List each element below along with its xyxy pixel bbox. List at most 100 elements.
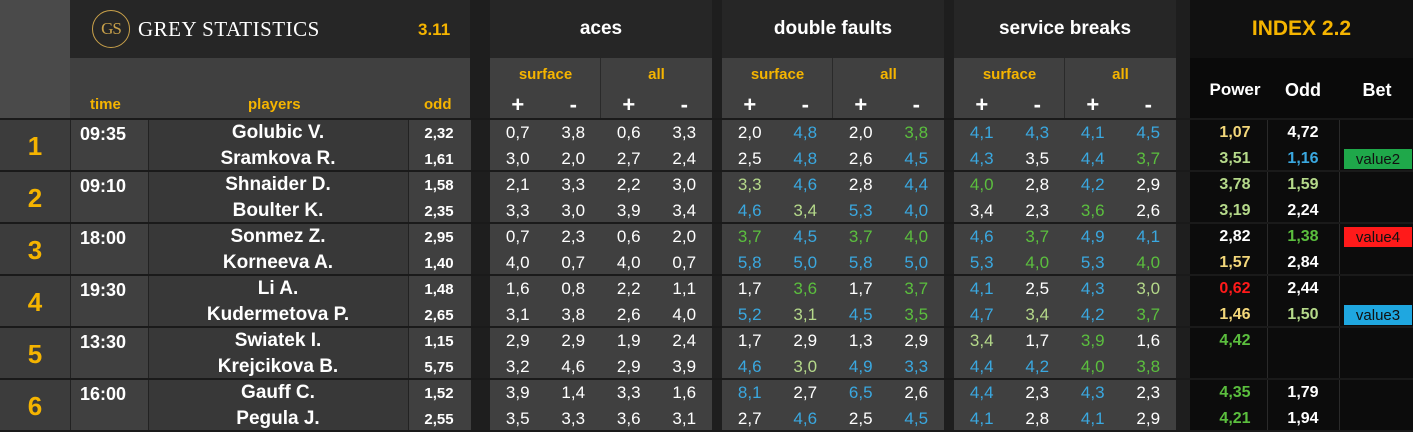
corner-cell	[0, 0, 70, 118]
stat-value: 4,8	[793, 123, 818, 142]
stat-value: 4,6	[561, 357, 586, 376]
stat-value: 5,0	[793, 253, 818, 272]
header-odd: odd	[424, 96, 452, 113]
stat-value: 2,0	[672, 227, 697, 246]
stat-value: 4,3	[1025, 123, 1050, 142]
stat-value: 0,7	[561, 253, 586, 272]
player-odd: 1,61	[424, 150, 454, 168]
subheader-all: all	[1112, 65, 1129, 83]
power-value: 1,07	[1219, 124, 1251, 141]
stat-value: 4,1	[969, 409, 994, 428]
stat-value: 2,0	[848, 123, 873, 142]
stat-value: 4,3	[1080, 383, 1105, 402]
power-value: 3,51	[1219, 150, 1251, 167]
player-name: Swiatek I.	[234, 330, 322, 351]
stat-value: 3,7	[737, 227, 762, 246]
player-odd: 1,48	[424, 280, 454, 298]
stat-value: 4,0	[904, 201, 929, 220]
stat-value: 3,4	[672, 201, 697, 220]
subheader-minus: -	[1144, 92, 1152, 117]
player-odd: 1,40	[424, 254, 454, 272]
stat-value: 4,9	[848, 357, 873, 376]
stat-value: 5,3	[848, 201, 873, 220]
subheader-surface: surface	[982, 65, 1037, 83]
power-value: 0,62	[1219, 280, 1251, 297]
stat-value: 4,2	[1080, 305, 1105, 324]
player-odd: 2,65	[424, 306, 454, 324]
stat-value: 3,8	[561, 305, 586, 324]
index-divider	[1267, 328, 1268, 380]
odd2-value: 2,84	[1287, 254, 1319, 271]
column-gutter	[1176, 0, 1190, 432]
match-time: 16:00	[80, 384, 127, 404]
player-name: Kudermetova P.	[206, 304, 350, 325]
brand-bar: GS GREY STATISTICS 3.11	[70, 0, 470, 58]
power-value: 4,42	[1219, 332, 1251, 349]
stat-value: 3,8	[904, 123, 929, 142]
stat-value: 3,7	[1136, 149, 1161, 168]
stat-value: 4,0	[1080, 357, 1105, 376]
stat-value: 3,5	[904, 305, 929, 324]
stat-value: 2,8	[1025, 175, 1050, 194]
stat-value: 4,0	[1025, 253, 1050, 272]
player-odd: 2,55	[424, 410, 454, 428]
version-label: 3.11	[418, 20, 451, 39]
index-divider	[1267, 172, 1268, 224]
index-divider	[1267, 120, 1268, 172]
index-divider	[1267, 276, 1268, 328]
match-number: 6	[27, 390, 43, 421]
odd2-value: 1,79	[1287, 384, 1319, 401]
stat-value: 1,4	[561, 383, 586, 402]
stat-value: 4,1	[1080, 123, 1105, 142]
stat-value: 3,9	[616, 201, 641, 220]
stat-value: 3,7	[848, 227, 873, 246]
stat-value: 3,5	[1025, 149, 1050, 168]
stat-value: 3,9	[672, 357, 697, 376]
stat-value: 4,1	[969, 123, 994, 142]
stat-value: 4,5	[904, 409, 929, 428]
player-odd: 2,35	[424, 202, 454, 220]
subheader-all: all	[880, 65, 897, 83]
group-header: service breaks	[954, 0, 1176, 58]
header-players: players	[248, 96, 301, 113]
stat-value: 4,3	[1080, 279, 1105, 298]
stat-value: 3,3	[561, 175, 586, 194]
stat-value: 1,3	[848, 331, 873, 350]
header-power: Power	[1209, 80, 1261, 99]
stat-value: 3,9	[505, 383, 530, 402]
stat-value: 3,6	[793, 279, 818, 298]
match-number: 5	[27, 338, 43, 369]
stat-value: 3,6	[1080, 201, 1105, 220]
stat-value: 6,5	[848, 383, 873, 402]
index-divider	[1267, 224, 1268, 276]
match-number: 2	[27, 182, 43, 213]
player-name: Krejcikova B.	[217, 356, 339, 377]
power-value: 4,35	[1219, 384, 1251, 401]
stat-value: 3,0	[561, 201, 586, 220]
stat-value: 3,3	[672, 123, 697, 142]
brand-name: GREY STATISTICS	[138, 16, 320, 41]
stat-value: 4,9	[1080, 227, 1105, 246]
player-odd: 2,95	[424, 228, 454, 246]
power-value: 1,46	[1219, 306, 1251, 323]
stat-value: 3,1	[672, 409, 697, 428]
stat-value: 4,6	[969, 227, 994, 246]
stat-value: 3,6	[616, 409, 641, 428]
player-name: Boulter K.	[232, 200, 324, 221]
stat-value: 2,9	[505, 331, 530, 350]
stat-value: 2,9	[793, 331, 818, 350]
stat-value: 0,7	[672, 253, 697, 272]
stat-value: 1,7	[1025, 331, 1050, 350]
stat-value: 4,5	[1136, 123, 1161, 142]
index-title: INDEX 2.2	[1190, 0, 1413, 58]
header-bet: Bet	[1362, 79, 1392, 100]
stat-value: 2,9	[1136, 409, 1161, 428]
player-name: Shnaider D.	[225, 174, 331, 195]
stat-value: 4,0	[904, 227, 929, 246]
player-name: Sonmez Z.	[230, 226, 326, 247]
stat-value: 3,3	[561, 409, 586, 428]
stat-value: 1,7	[737, 279, 762, 298]
column-gutter	[470, 0, 490, 432]
player-name: Korneeva A.	[222, 252, 334, 273]
stat-value: 2,3	[1025, 201, 1050, 220]
